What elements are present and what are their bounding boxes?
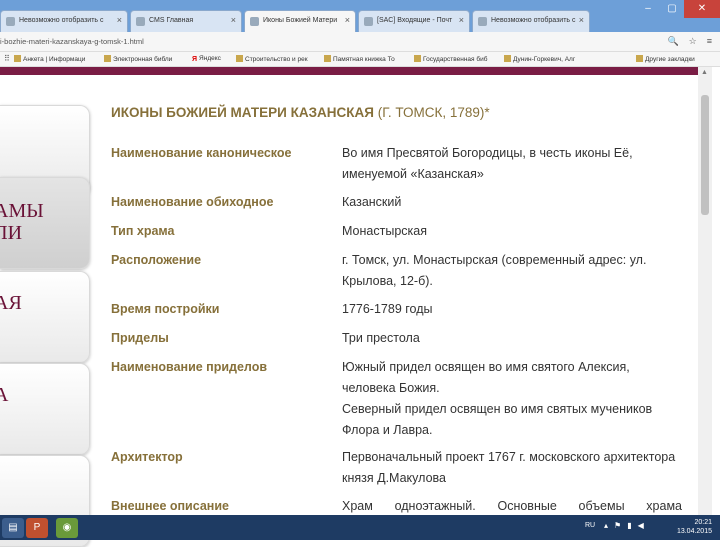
arrow-icon[interactable]: ▴ (604, 521, 608, 530)
field-label: Наименование обиходное (111, 195, 274, 209)
bookmark-icon (324, 55, 331, 62)
window-edge (712, 67, 720, 515)
clock[interactable]: 20:21 13.04.2015 (677, 518, 712, 536)
field-value: г. Томск, ул. Монастырская (современный … (342, 253, 647, 288)
browser-tab[interactable]: CMS Главная × (130, 10, 242, 32)
tray-icons: ▴ ⚑ ▮ ◀ (604, 521, 644, 530)
star-icon[interactable]: ☆ (689, 36, 697, 47)
address-bar: i-bozhie-materi-kazanskaya-g-tomsk-1.htm… (0, 32, 720, 52)
field-value: Северный придел освящен во имя святых му… (342, 402, 653, 437)
sidebar-button-active[interactable]: АМЫ ЛИ (0, 177, 90, 269)
page-icon (6, 17, 15, 26)
taskbar: ▤ P ◉ RU ▴ ⚑ ▮ ◀ 20:21 13.04.2015 (0, 515, 720, 540)
bookmark-item[interactable]: Государственная биб (414, 55, 487, 63)
mail-icon (364, 17, 373, 26)
page-icon (250, 17, 259, 26)
tab-label: CMS Главная (149, 17, 194, 24)
clock-date: 13.04.2015 (676, 528, 712, 535)
close-icon[interactable]: × (459, 15, 464, 25)
field-label: Время постройки (111, 302, 220, 316)
scroll-up-icon[interactable]: ▲ (701, 69, 708, 76)
powerpoint-icon[interactable]: P (26, 518, 48, 538)
bookmark-icon (14, 55, 21, 62)
menu-icon[interactable]: ≡ (707, 36, 712, 47)
browser-tab[interactable]: [SAC] Входящие - Почт × (358, 10, 470, 32)
maximize-icon[interactable]: ▢ (660, 0, 684, 18)
address-bar-icons: 🔍 ☆ ≡ (667, 36, 712, 47)
close-window-icon[interactable]: ✕ (684, 0, 720, 18)
bookmark-icon (236, 55, 243, 62)
tab-label: [SAC] Входящие - Почт (377, 17, 453, 24)
site-header-band (0, 67, 700, 75)
field-label: Расположение (111, 253, 202, 267)
main-content: ИКОНЫ БОЖИЕЙ МАТЕРИ КАЗАНСКАЯ (Г. ТОМСК,… (100, 75, 698, 515)
bookmark-icon (504, 55, 511, 62)
field-label: Наименование приделов (111, 360, 268, 374)
page-icon (136, 17, 145, 26)
url-field[interactable]: i-bozhie-materi-kazanskaya-g-tomsk-1.htm… (0, 37, 144, 46)
bookmarks-bar: ⠿ Анкета | Информаци Электронная библи Я… (0, 52, 720, 67)
field-label: Наименование каноническое (111, 146, 292, 160)
field-value: Казанский (342, 195, 402, 209)
site-sidebar: АМЫ ЛИ АЯ А (0, 75, 100, 547)
field-value: Во имя Пресвятой Богородицы, в честь ико… (342, 146, 633, 181)
vertical-scrollbar[interactable]: ▲ (698, 67, 712, 515)
field-label: Внешнее описание (111, 499, 229, 513)
field-value: 1776-1789 годы (342, 302, 433, 316)
browser-tab-active[interactable]: Иконы Божией Матери × (244, 10, 356, 32)
field-label: Приделы (111, 331, 169, 345)
close-icon[interactable]: × (579, 15, 584, 25)
bookmark-item[interactable]: Анкета | Информаци (14, 55, 85, 63)
sidebar-button[interactable]: А (0, 363, 90, 455)
bookmark-icon (104, 55, 111, 62)
minimize-icon[interactable]: – (636, 0, 660, 18)
field-value: Монастырская (342, 224, 427, 238)
taskbar-folder-icon[interactable]: ▤ (2, 518, 24, 538)
field-value: Храм одноэтажный. Основные объемы храма (342, 499, 682, 513)
bookmark-item[interactable]: Электронная библи (104, 55, 172, 63)
window-controls: – ▢ ✕ (636, 0, 720, 18)
browser-icon[interactable]: ◉ (56, 518, 78, 538)
tab-label: Иконы Божией Матери (263, 17, 338, 24)
scrollbar-thumb[interactable] (701, 95, 709, 215)
volume-icon[interactable]: ◀ (638, 521, 644, 530)
field-label: Тип храма (111, 224, 175, 238)
bookmark-folder[interactable]: Другие закладки (636, 55, 695, 63)
bookmark-item[interactable]: Строительство и рек (236, 55, 308, 63)
sidebar-button[interactable]: АЯ (0, 271, 90, 363)
browser-tab-bar: Невозможно отобразить с × CMS Главная × … (0, 0, 720, 32)
search-icon[interactable]: 🔍 (667, 36, 678, 47)
bookmark-item[interactable]: Я Яндекс (192, 55, 221, 63)
close-icon[interactable]: × (117, 15, 122, 25)
flag-icon[interactable]: ⚑ (614, 521, 621, 530)
bookmark-item[interactable]: Дунин-Горкевич, Алг (504, 55, 575, 63)
bookmark-icon (414, 55, 421, 62)
network-icon[interactable]: ▮ (627, 521, 631, 530)
clock-time: 20:21 (694, 519, 712, 526)
field-value: Первоначальный проект 1767 г. московског… (342, 450, 676, 485)
bookmark-item[interactable]: Памятная книжка То (324, 55, 395, 63)
field-label: Архитектор (111, 450, 183, 464)
field-value: Южный придел освящен во имя святого Алек… (342, 360, 630, 395)
field-value: Три престола (342, 331, 420, 345)
apps-icon[interactable]: ⠿ (4, 54, 10, 63)
page-icon (478, 17, 487, 26)
yandex-icon: Я (192, 56, 198, 63)
browser-tab[interactable]: Невозможно отобразить с × (0, 10, 128, 32)
language-indicator[interactable]: RU (585, 522, 595, 529)
close-icon[interactable]: × (345, 15, 350, 25)
tab-label: Невозможно отобразить с (491, 17, 576, 24)
tab-label: Невозможно отобразить с (19, 17, 104, 24)
folder-icon (636, 55, 643, 62)
browser-tab[interactable]: Невозможно отобразить с × (472, 10, 590, 32)
close-icon[interactable]: × (231, 15, 236, 25)
page-title: ИКОНЫ БОЖИЕЙ МАТЕРИ КАЗАНСКАЯ (Г. ТОМСК,… (111, 105, 490, 120)
